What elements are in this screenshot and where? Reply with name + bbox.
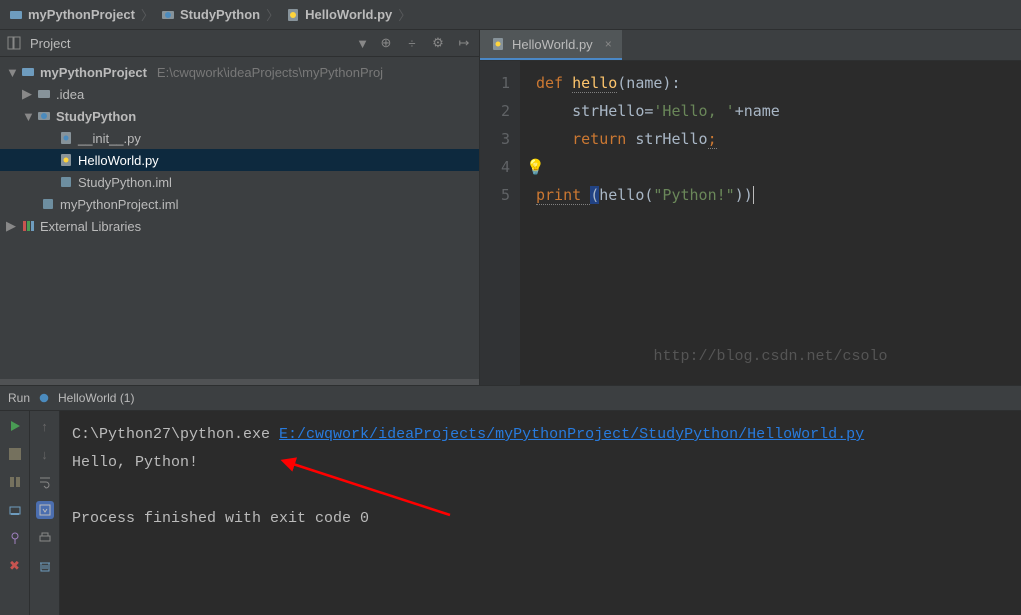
code-line: def hello(name): (536, 69, 1021, 97)
tree-root-path: E:\cwqwork\ideaProjects\myPythonProj (157, 65, 383, 80)
run-config-name: HelloWorld (1) (58, 391, 134, 405)
python-file-icon (285, 7, 301, 23)
project-panel-header: Project ▼ ⊕ ÷ ⚙ ↦ (0, 30, 479, 57)
editor-tabs: HelloWorld.py × (480, 30, 1021, 61)
tree-item-label: myPythonProject.iml (60, 197, 178, 212)
breadcrumb-file[interactable]: HelloWorld.py (285, 7, 392, 23)
folder-icon (8, 7, 24, 23)
pin-icon[interactable] (6, 529, 24, 547)
close-icon[interactable]: ✖ (6, 557, 24, 575)
folder-icon (20, 64, 36, 80)
code-area[interactable]: def hello(name): strHello='Hello, '+name… (520, 61, 1021, 385)
tree-iml-study[interactable]: StudyPython.iml (0, 171, 479, 193)
tree-item-label: HelloWorld.py (78, 153, 159, 168)
hide-icon[interactable]: ↦ (455, 34, 473, 52)
code-line: return strHello; (536, 125, 1021, 153)
code-editor[interactable]: 1 2 3 4 5 def hello(name): strHello='Hel… (480, 61, 1021, 385)
dropdown-arrow-icon[interactable]: ▼ (356, 36, 369, 51)
collapse-icon[interactable]: ÷ (403, 34, 421, 52)
arrow-right-icon[interactable]: ▶ (22, 86, 32, 102)
run-panel: Run HelloWorld (1) ✖ ↑ ↓ (0, 385, 1021, 615)
python-folder-icon (160, 7, 176, 23)
arrow-down-icon[interactable]: ▼ (6, 65, 16, 80)
python-folder-icon (36, 108, 52, 124)
stop-icon[interactable] (6, 445, 24, 463)
tree-item-label: StudyPython (56, 109, 136, 124)
tree-item-label: .idea (56, 87, 84, 102)
console-output[interactable]: C:\Python27\python.exe E:/cwqwork/ideaPr… (60, 411, 1021, 615)
module-icon (58, 174, 74, 190)
chevron-right-icon: 〉 (266, 5, 279, 24)
pause-icon[interactable] (6, 473, 24, 491)
tree-root-label: myPythonProject (40, 65, 147, 80)
code-line: strHello='Hello, '+name (536, 97, 1021, 125)
chevron-right-icon: 〉 (141, 5, 154, 24)
run-panel-header[interactable]: Run HelloWorld (1) (0, 386, 1021, 411)
tree-iml-project[interactable]: myPythonProject.iml (0, 193, 479, 215)
down-icon[interactable]: ↓ (36, 445, 54, 463)
run-inner-toolbar: ↑ ↓ (30, 411, 60, 615)
dump-icon[interactable] (6, 501, 24, 519)
python-file-icon (58, 152, 74, 168)
breadcrumb: myPythonProject 〉 StudyPython 〉 HelloWor… (0, 0, 1021, 30)
up-icon[interactable]: ↑ (36, 417, 54, 435)
arrow-right-icon[interactable]: ▶ (6, 218, 16, 234)
panel-title[interactable]: Project (30, 36, 70, 51)
python-file-icon (36, 390, 52, 406)
close-icon[interactable]: × (605, 37, 612, 51)
console-path-link[interactable]: E:/cwqwork/ideaProjects/myPythonProject/… (279, 426, 864, 443)
console-line: Hello, Python! (72, 449, 1009, 477)
library-icon (20, 218, 36, 234)
folder-icon (36, 86, 52, 102)
print-icon[interactable] (36, 529, 54, 547)
tree-item-label: External Libraries (40, 219, 141, 234)
console-line (72, 477, 1009, 505)
target-icon[interactable]: ⊕ (377, 34, 395, 52)
tree-idea-folder[interactable]: ▶ .idea (0, 83, 479, 105)
tab-label: HelloWorld.py (512, 37, 593, 52)
softwrap-icon[interactable] (36, 473, 54, 491)
python-file-icon (58, 130, 74, 146)
layout-icon[interactable] (6, 35, 22, 51)
breadcrumb-project[interactable]: myPythonProject (8, 7, 135, 23)
tree-item-label: StudyPython.iml (78, 175, 172, 190)
tree-hello-file[interactable]: HelloWorld.py (0, 149, 479, 171)
bulb-icon[interactable]: 💡 (526, 153, 545, 181)
gear-icon[interactable]: ⚙ (429, 34, 447, 52)
breadcrumb-folder[interactable]: StudyPython (160, 7, 260, 23)
console-line: C:\Python27\python.exe E:/cwqwork/ideaPr… (72, 421, 1009, 449)
code-line: print (hello("Python!")) (536, 181, 1021, 209)
arrow-down-icon[interactable]: ▼ (22, 109, 32, 124)
code-line: 💡 (536, 153, 1021, 181)
text-cursor (753, 186, 763, 204)
module-icon (40, 196, 56, 212)
trash-icon[interactable] (36, 557, 54, 575)
tree-root[interactable]: ▼ myPythonProject E:\cwqwork\ideaProject… (0, 61, 479, 83)
tree-item-label: __init__.py (78, 131, 141, 146)
tree-external-libraries[interactable]: ▶ External Libraries (0, 215, 479, 237)
run-toolbar: ✖ (0, 411, 30, 615)
line-gutter: 1 2 3 4 5 (480, 61, 520, 385)
rerun-icon[interactable] (6, 417, 24, 435)
scroll-end-icon[interactable] (36, 501, 54, 519)
project-tree[interactable]: ▼ myPythonProject E:\cwqwork\ideaProject… (0, 57, 479, 379)
editor-tab-helloworld[interactable]: HelloWorld.py × (480, 30, 622, 60)
tree-init-file[interactable]: __init__.py (0, 127, 479, 149)
console-line: Process finished with exit code 0 (72, 505, 1009, 533)
watermark: http://blog.csdn.net/csolo (520, 348, 1021, 365)
python-file-icon (490, 36, 506, 52)
run-panel-title: Run (8, 391, 30, 405)
tree-study-folder[interactable]: ▼ StudyPython (0, 105, 479, 127)
project-panel: Project ▼ ⊕ ÷ ⚙ ↦ ▼ myPythonProject E:\c… (0, 30, 480, 385)
editor-panel: HelloWorld.py × 1 2 3 4 5 def hello(name… (480, 30, 1021, 385)
chevron-right-icon: 〉 (398, 5, 411, 24)
